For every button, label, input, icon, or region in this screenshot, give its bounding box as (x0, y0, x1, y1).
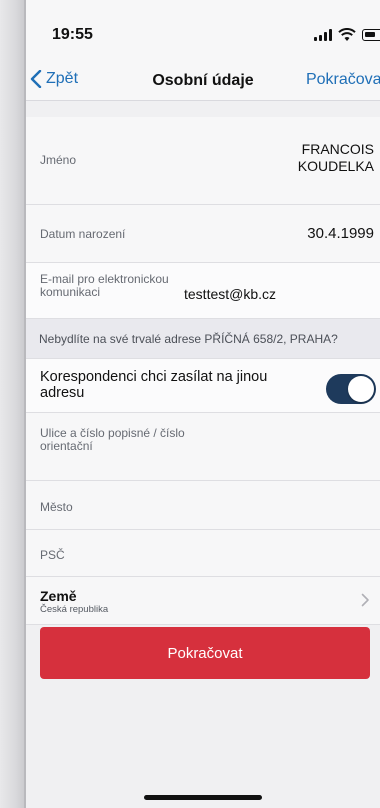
city-label: Město (40, 500, 73, 514)
birth-date-value: 30.4.1999 (307, 225, 374, 242)
wifi-icon (338, 28, 356, 41)
name-value: FRANCOIS KOUDELKA (298, 141, 374, 175)
name-label: Jméno (40, 153, 77, 167)
correspondence-row: Korespondenci chci zasílat na jinou adre… (26, 359, 380, 413)
email-label: E-mail pro elektronickou komunikaci (40, 272, 169, 299)
home-indicator (144, 795, 262, 800)
section-gap (26, 101, 380, 117)
device-frame (0, 0, 26, 808)
navigation-bar: Zpět Osobní údaje Pokračovat (26, 62, 380, 101)
street-label: Ulice a číslo popisné / číslo orientační (40, 426, 185, 453)
nav-continue-button[interactable]: Pokračovat (306, 71, 380, 89)
country-value: Česká republika (40, 604, 109, 615)
correspondence-label: Korespondenci chci zasílat na jinou adre… (40, 369, 268, 401)
signal-icon (314, 29, 332, 41)
name-value-line2: KOUDELKA (297, 158, 374, 174)
email-value[interactable]: testtest@kb.cz (184, 286, 276, 302)
address-notice: Nebydlíte na své trvalé adrese PŘÍČNÁ 65… (26, 319, 380, 359)
postal-code-field[interactable]: PSČ (26, 530, 380, 577)
country-select[interactable]: Země Česká republika (26, 577, 380, 625)
continue-button[interactable]: Pokračovat (40, 627, 370, 679)
name-row: Jméno FRANCOIS KOUDELKA (26, 117, 380, 205)
name-value-line1: FRANCOIS (301, 141, 374, 157)
postal-code-label: PSČ (40, 548, 65, 562)
status-bar: 19:55 (26, 0, 380, 62)
birth-date-label: Datum narození (40, 227, 126, 241)
phone: 19:55 Zpět Osobní údaje Pokračovat Jméno… (0, 0, 380, 808)
battery-icon (362, 29, 380, 41)
status-time: 19:55 (52, 26, 93, 43)
country-label: Země (40, 588, 77, 604)
email-field[interactable]: E-mail pro elektronickou komunikaci test… (26, 263, 380, 319)
city-field[interactable]: Město (26, 481, 380, 530)
street-field[interactable]: Ulice a číslo popisné / číslo orientační (26, 413, 380, 481)
birth-date-row: Datum narození 30.4.1999 (26, 205, 380, 263)
chevron-right-icon (361, 593, 369, 607)
status-icons (314, 28, 380, 42)
toggle-knob (348, 376, 374, 402)
correspondence-toggle[interactable] (326, 374, 376, 404)
screen: 19:55 Zpět Osobní údaje Pokračovat Jméno… (26, 0, 380, 808)
